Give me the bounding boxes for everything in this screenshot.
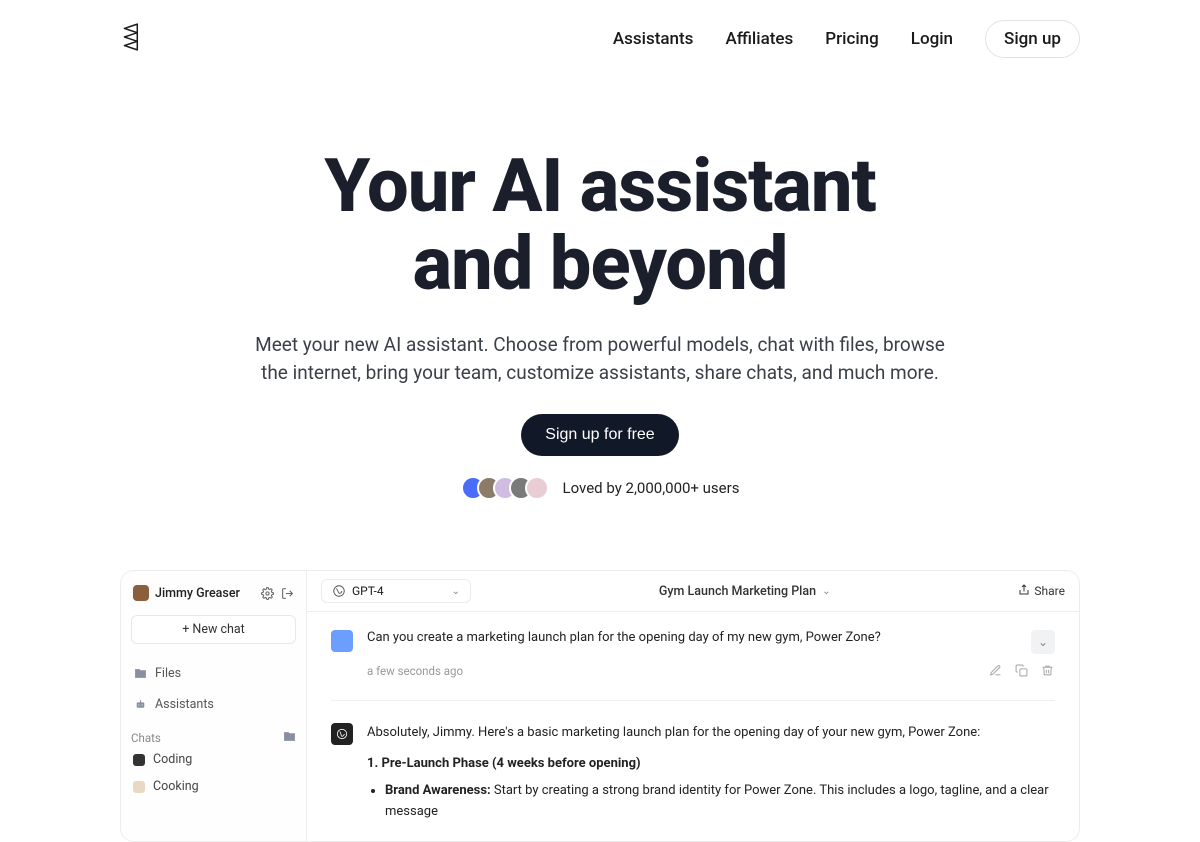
- sidebar: Jimmy Greaser + New chat Files Assistant…: [121, 571, 307, 840]
- trash-icon[interactable]: [1041, 664, 1055, 678]
- signup-button[interactable]: Sign up: [985, 20, 1080, 58]
- avatar: [525, 476, 549, 500]
- chat-thumb-icon: [133, 754, 145, 766]
- robot-icon: [133, 698, 147, 712]
- ai-message-body: Absolutely, Jimmy. Here's a basic market…: [367, 723, 1055, 822]
- logout-icon[interactable]: [280, 586, 294, 600]
- user-name: Jimmy Greaser: [155, 586, 254, 601]
- ai-avatar: [331, 723, 353, 745]
- chat-item-coding[interactable]: Coding: [131, 746, 296, 773]
- nav-login[interactable]: Login: [911, 29, 953, 49]
- user-avatar: [133, 585, 149, 601]
- model-name: GPT-4: [352, 584, 384, 598]
- model-icon: [332, 584, 346, 598]
- hero: Your AI assistant and beyond Meet your n…: [0, 78, 1200, 530]
- sidebar-chats-header: Chats: [131, 720, 296, 746]
- share-icon: [1018, 584, 1030, 599]
- cta-signup-free[interactable]: Sign up for free: [521, 414, 678, 456]
- chevron-down-icon: ⌄: [452, 586, 460, 597]
- chevron-down-icon: ⌄: [1038, 635, 1048, 649]
- hero-title: Your AI assistant and beyond: [120, 148, 1080, 303]
- sidebar-item-files[interactable]: Files: [131, 658, 296, 689]
- app-preview: Jimmy Greaser + New chat Files Assistant…: [120, 570, 1080, 841]
- edit-icon[interactable]: [989, 664, 1003, 678]
- user-message-avatar: [331, 630, 353, 652]
- chat-item-cooking[interactable]: Cooking: [131, 773, 296, 800]
- model-selector[interactable]: GPT-4 ⌄: [321, 579, 471, 603]
- ai-message: Absolutely, Jimmy. Here's a basic market…: [331, 700, 1055, 822]
- share-button[interactable]: Share: [1018, 584, 1065, 599]
- add-folder-icon[interactable]: [283, 730, 296, 746]
- user-message: Can you create a marketing launch plan f…: [331, 630, 1055, 654]
- main-nav: Assistants Affiliates Pricing Login Sign…: [613, 20, 1080, 58]
- chat-title[interactable]: Gym Launch Marketing Plan ⌄: [483, 584, 1006, 599]
- social-proof-text: Loved by 2,000,000+ users: [563, 479, 740, 497]
- social-proof: Loved by 2,000,000+ users: [120, 476, 1080, 500]
- copy-icon[interactable]: [1015, 664, 1029, 678]
- gear-icon[interactable]: [260, 586, 274, 600]
- nav-affiliates[interactable]: Affiliates: [725, 29, 793, 49]
- message-timestamp: a few seconds ago: [367, 664, 463, 678]
- sidebar-item-assistants[interactable]: Assistants: [131, 689, 296, 720]
- chat-thumb-icon: [133, 781, 145, 793]
- nav-assistants[interactable]: Assistants: [613, 29, 694, 49]
- folder-icon: [133, 667, 147, 681]
- logo[interactable]: [120, 22, 146, 56]
- chevron-down-icon: ⌄: [822, 586, 830, 597]
- hero-subtitle: Meet your new AI assistant. Choose from …: [250, 331, 950, 386]
- user-message-text: Can you create a marketing launch plan f…: [367, 630, 1017, 645]
- new-chat-button[interactable]: + New chat: [131, 615, 296, 644]
- avatar-stack: [461, 476, 549, 500]
- expand-toggle[interactable]: ⌄: [1031, 630, 1055, 654]
- nav-pricing[interactable]: Pricing: [825, 29, 879, 49]
